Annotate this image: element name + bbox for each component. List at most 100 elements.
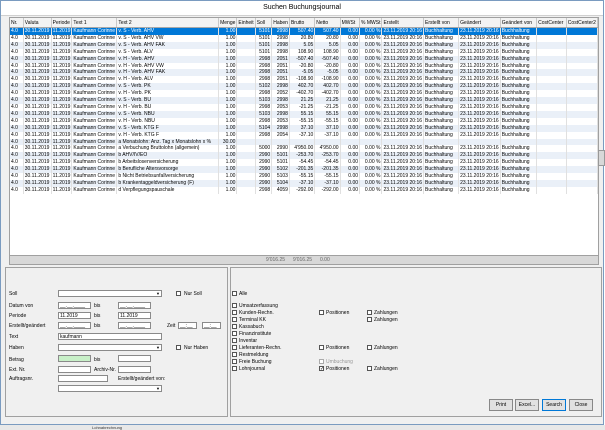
table-cell: -37.10 [289, 179, 316, 187]
umsatzerfassung-checkbox[interactable] [232, 303, 237, 308]
table-row[interactable]: 4.0 30.11.2019 11.2019 Kaufmann Corinne v. H… [10, 62, 598, 70]
table-row[interactable]: 4.0 30.11.2019 11.2019 Kaufmann Corinne b Kr… [10, 179, 598, 187]
alle-checkbox[interactable] [232, 291, 237, 296]
column-header[interactable]: CostCenter2 [566, 18, 598, 28]
table-cell: 1.00 [218, 27, 238, 35]
erstellt-von-input[interactable]: __.__.____ [58, 322, 91, 329]
table-row[interactable]: 4.0 30.11.2019 11.2019 Kaufmann Corinne v. S… [10, 124, 598, 132]
archiv-nr-input[interactable] [118, 366, 151, 373]
erstellt-von-user-combo[interactable]: ▼ [58, 385, 162, 392]
table-row[interactable]: 4.0 30.11.2019 11.2019 Kaufmann Corinne b Ar… [10, 159, 598, 167]
kassabuch-checkbox[interactable] [232, 324, 237, 329]
column-header[interactable]: Menge [218, 18, 238, 28]
table-row[interactable]: 4.0 30.11.2019 11.2019 Kaufmann Corinne v. S… [10, 83, 598, 91]
column-header[interactable]: Brutto [289, 18, 316, 28]
column-header[interactable]: Einheit [236, 18, 256, 28]
lohnjournal-checkbox[interactable] [232, 366, 237, 371]
table-cell: 0.00 [340, 110, 361, 118]
column-header[interactable]: MWSt [340, 18, 361, 28]
table-cell: Kaufmann Corinne [71, 83, 118, 91]
table-row[interactable]: 4.0 30.11.2019 11.2019 Kaufmann Corinne v. S… [10, 97, 598, 104]
table-row[interactable]: 4.0 30.11.2019 11.2019 Kaufmann Corinne a Ve… [10, 145, 598, 153]
restmeldung-checkbox[interactable] [232, 352, 237, 357]
zeit-von-input[interactable]: __:__ [178, 322, 197, 329]
table-row[interactable]: 4.0 30.11.2019 11.2019 Kaufmann Corinne v. H… [10, 117, 598, 125]
table-cell: 5102 [271, 166, 290, 174]
column-header[interactable]: Soll [255, 18, 273, 28]
table-row[interactable]: 4.0 30.11.2019 11.2019 Kaufmann Corinne v. S… [10, 27, 598, 35]
table-row[interactable]: 4.0 30.11.2019 11.2019 Kaufmann Corinne v. H… [10, 103, 598, 111]
finanzinstitute-checkbox[interactable] [232, 331, 237, 336]
column-header[interactable]: Geändert [458, 18, 501, 28]
table-row[interactable]: 4.0 30.11.2019 11.2019 Kaufmann Corinne a Mo… [10, 138, 598, 146]
table-row[interactable]: 4.0 30.11.2019 11.2019 Kaufmann Corinne v. S… [10, 110, 598, 118]
betrag-von-input[interactable] [58, 355, 91, 362]
table-row[interactable]: 4.0 30.11.2019 11.2019 Kaufmann Corinne b AH… [10, 152, 598, 160]
kunden-zahlungen-checkbox[interactable] [367, 310, 372, 315]
lieferanten-zahlungen-checkbox[interactable] [367, 345, 372, 350]
freie-buchung-checkbox[interactable] [232, 359, 237, 364]
betrag-bis-input[interactable] [118, 355, 151, 362]
column-header[interactable]: Netto [314, 18, 341, 28]
table-row[interactable]: 4.0 30.11.2019 11.2019 Kaufmann Corinne b Ni… [10, 173, 598, 180]
datum-von-input[interactable]: __.__.____ [58, 302, 91, 309]
text-input[interactable]: kaufmann [58, 333, 162, 340]
column-header[interactable]: Erstellt von [423, 18, 460, 28]
nur-soll-checkbox[interactable] [176, 291, 181, 296]
column-header[interactable]: CostCenter [536, 18, 567, 28]
periode-bis-input[interactable]: 11.2019 [118, 312, 151, 319]
periode-von-input[interactable]: 11.2019 [58, 312, 91, 319]
table-row[interactable]: 4.0 30.11.2019 11.2019 Kaufmann Corinne d Ve… [10, 186, 598, 194]
column-header[interactable]: Erstellt [381, 18, 425, 28]
lieferanten-rechn-checkbox[interactable] [232, 345, 237, 350]
ext-nr-input[interactable] [58, 366, 91, 373]
column-header[interactable]: % MWSt [359, 18, 383, 28]
excel-button[interactable]: Excel... [515, 399, 539, 411]
haben-combo[interactable]: ▼ [58, 344, 162, 351]
table-cell: Buchhaltung [500, 83, 538, 91]
table-cell [236, 159, 256, 167]
table-cell: -507.40 [289, 55, 316, 63]
outer-scrollbar[interactable] [598, 150, 605, 166]
print-button[interactable]: Print [489, 399, 513, 411]
kunden-rechn-checkbox[interactable] [232, 310, 237, 315]
umbuchung-checkbox[interactable] [319, 359, 324, 364]
column-header[interactable]: Haben [271, 18, 290, 28]
auftragsnr-input[interactable] [58, 375, 108, 382]
inventar-checkbox[interactable] [232, 338, 237, 343]
taskbar-item[interactable]: Lohnabrechnung [92, 425, 122, 430]
terminal-zahlungen-checkbox[interactable] [367, 317, 372, 322]
table-cell [458, 138, 501, 146]
table-cell [236, 69, 256, 77]
table-row[interactable]: 4.0 30.11.2019 11.2019 Kaufmann Corinne v. H… [10, 131, 598, 139]
table-row[interactable]: 4.0 30.11.2019 11.2019 Kaufmann Corinne v. S… [10, 48, 598, 56]
terminal-kk-checkbox[interactable] [232, 317, 237, 322]
journal-grid[interactable]: Nr. Valuta Periode Text 1 Text 2 Menge Einheit… [9, 17, 599, 256]
lieferanten-positionen-checkbox[interactable] [319, 345, 324, 350]
column-header[interactable]: Periode [51, 18, 73, 28]
table-row[interactable]: 4.0 30.11.2019 11.2019 Kaufmann Corinne v. H… [10, 90, 598, 98]
column-header[interactable]: Text 1 [71, 18, 118, 28]
table-row[interactable]: 4.0 30.11.2019 11.2019 Kaufmann Corinne v. H… [10, 76, 598, 84]
table-cell: v. S - Verb. AHV [116, 27, 220, 35]
kunden-positionen-checkbox[interactable] [319, 310, 324, 315]
nur-haben-checkbox[interactable] [176, 345, 181, 350]
lohn-positionen-checkbox[interactable]: ✓ [319, 366, 324, 372]
table-row[interactable]: 4.0 30.11.2019 11.2019 Kaufmann Corinne v. H… [10, 69, 598, 77]
column-header[interactable]: Valuta [23, 18, 52, 28]
lohn-zahlungen-checkbox[interactable] [367, 366, 372, 371]
table-row[interactable]: 4.0 30.11.2019 11.2019 Kaufmann Corinne v. S… [10, 41, 598, 49]
table-row[interactable]: 4.0 30.11.2019 11.2019 Kaufmann Corinne b Be… [10, 166, 598, 174]
erstellt-bis-input[interactable]: __.__.____ [118, 322, 151, 329]
table-row[interactable]: 4.0 30.11.2019 11.2019 Kaufmann Corinne v. S… [10, 34, 598, 42]
close-button[interactable]: Close [569, 399, 593, 411]
table-cell: 0.00 [340, 145, 361, 153]
column-header[interactable]: Nr. [10, 18, 24, 28]
search-button[interactable]: Search [542, 399, 566, 411]
soll-combo[interactable]: ▼ [58, 290, 162, 297]
zeit-bis-input[interactable]: __:__ [202, 322, 221, 329]
datum-bis-input[interactable]: __.__.____ [118, 302, 151, 309]
column-header[interactable]: Geändert von [500, 18, 538, 28]
table-row[interactable]: 4.0 30.11.2019 11.2019 Kaufmann Corinne v. H… [10, 55, 598, 63]
column-header[interactable]: Text 2 [116, 18, 220, 28]
